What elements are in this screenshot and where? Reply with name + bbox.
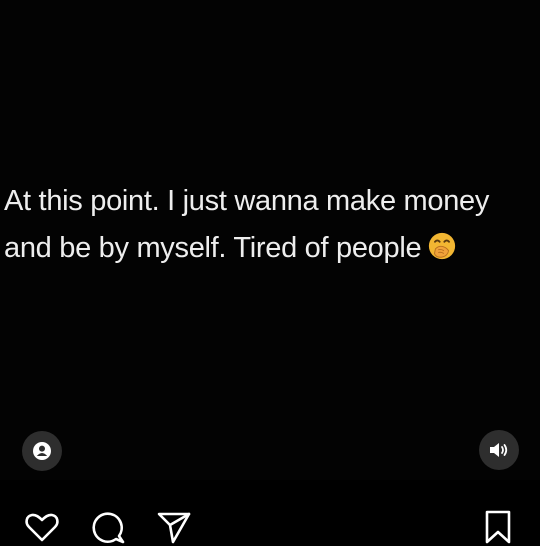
speaker-on-icon [490,443,508,457]
tagged-users-button[interactable] [22,431,62,471]
post-actions-bar [0,480,540,540]
post-media[interactable]: At this point. I just wanna make money a… [0,0,540,480]
quote-line-2-container: and be by myself. Tired of people [4,225,540,272]
user-tag-icon [33,442,51,460]
bookmark-icon[interactable] [479,508,517,546]
comment-icon[interactable] [89,508,127,546]
post-quote-text: At this point. I just wanna make money a… [4,178,540,272]
heart-icon[interactable] [23,508,61,546]
mute-toggle-button[interactable] [479,430,519,470]
send-icon[interactable] [155,508,193,546]
quote-line-1: At this point. I just wanna make money [4,185,490,217]
quote-line-2: and be by myself. Tired of people [4,232,422,264]
face-with-hand-over-mouth-emoji-icon [429,232,456,260]
